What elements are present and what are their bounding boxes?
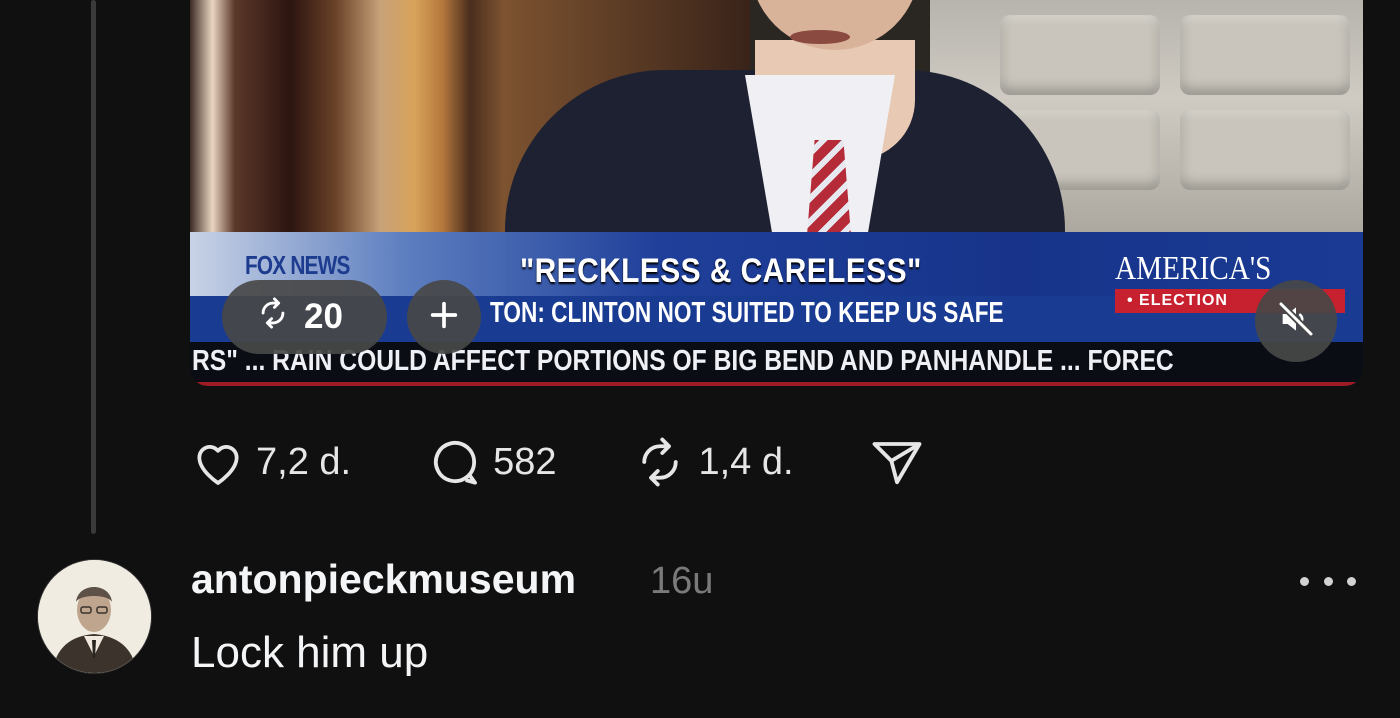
repost-icon (632, 435, 688, 489)
post-actions: 7,2 d. 582 1,4 d. (190, 432, 1000, 492)
heart-icon (190, 436, 246, 488)
send-icon (870, 437, 924, 487)
reply-text: Lock him up (191, 628, 429, 677)
repost-count-label: 1,4 d. (698, 440, 794, 483)
mute-button[interactable] (1255, 280, 1337, 362)
repost-button[interactable]: 1,4 d. (632, 435, 794, 489)
plus-icon (427, 298, 461, 337)
reply-timestamp: 16u (650, 560, 714, 602)
speaker-muted-icon (1276, 299, 1316, 344)
more-icon (1300, 576, 1309, 586)
like-count: 7,2 d. (256, 440, 352, 483)
repost-count: 20 (304, 297, 343, 336)
comment-button[interactable]: 582 (427, 435, 556, 489)
add-button[interactable] (407, 280, 481, 354)
repost-count-chip[interactable]: 20 (222, 280, 387, 354)
ticker-stripe (190, 382, 1363, 386)
repost-icon (256, 296, 290, 339)
thread-line (91, 0, 96, 534)
comment-count: 582 (493, 440, 557, 483)
more-options-button[interactable] (1300, 566, 1356, 596)
reply-username[interactable]: antonpieckmuseum (191, 556, 576, 603)
election-brand: AMERICA'S (1115, 250, 1272, 287)
avatar[interactable] (38, 560, 151, 673)
like-button[interactable]: 7,2 d. (190, 436, 351, 488)
video-headline: "RECKLESS & CARELESS" (520, 252, 922, 290)
video-subheadline: TON: CLINTON NOT SUITED TO KEEP US SAFE (490, 297, 1004, 329)
comment-icon (427, 435, 483, 489)
anchor-mouth (790, 30, 850, 44)
share-button[interactable] (870, 437, 924, 487)
